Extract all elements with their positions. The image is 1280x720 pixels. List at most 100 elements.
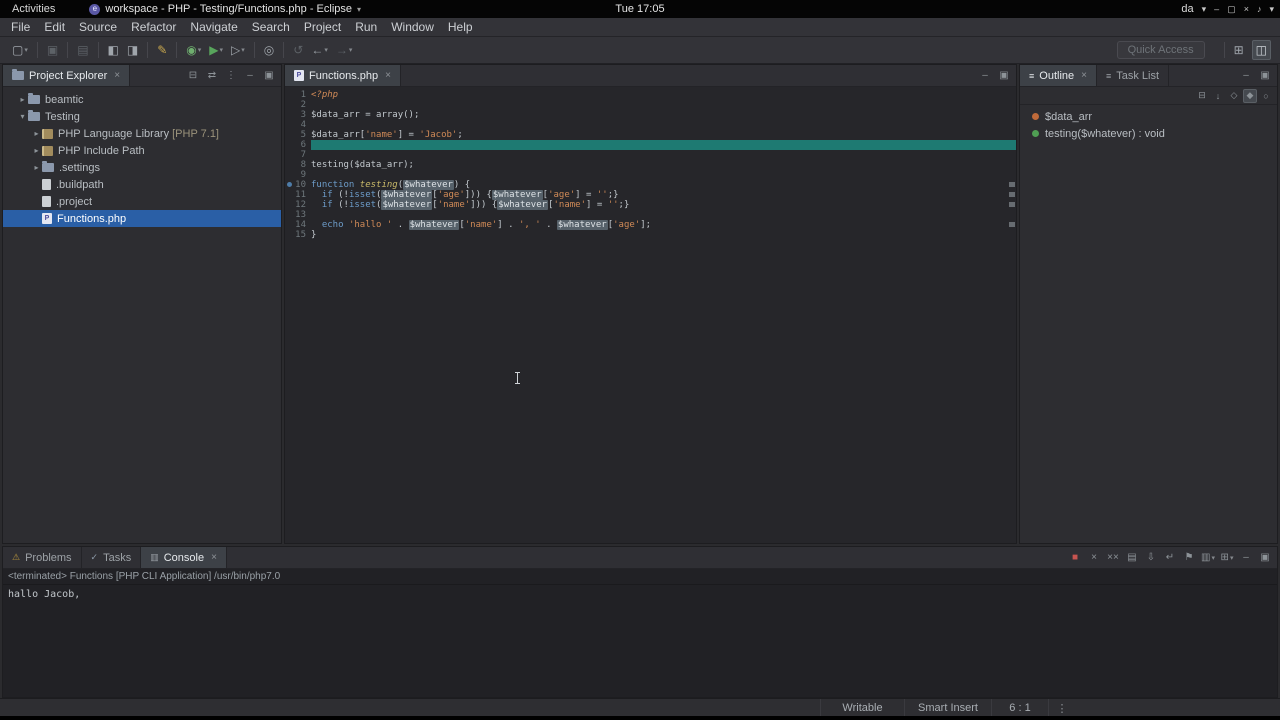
maximize-icon[interactable]: ▣ — [261, 68, 277, 84]
tree-item-buildpath[interactable]: .buildpath — [3, 176, 281, 193]
line-number[interactable]: 6 — [295, 140, 311, 150]
system-menu-chevron-icon[interactable]: ▾ — [1269, 4, 1274, 15]
gutter-ruler[interactable] — [285, 120, 295, 130]
format-icon[interactable]: ✎ — [154, 40, 170, 60]
tab-problems[interactable]: Problems — [3, 547, 82, 568]
gutter-ruler[interactable] — [285, 160, 295, 170]
close-icon[interactable] — [211, 552, 217, 563]
save-icon[interactable]: ▣ — [44, 40, 61, 60]
menu-project[interactable]: Project — [297, 18, 348, 36]
open-perspective-icon[interactable]: ⊞ — [1231, 40, 1247, 60]
code-text[interactable]: $data_arr['name'] = 'Jacob'; — [311, 130, 1016, 140]
tree-caret-icon[interactable] — [31, 146, 42, 155]
line-number[interactable]: 5 — [295, 130, 311, 140]
hide-fields-icon[interactable]: ◇ — [1227, 89, 1241, 103]
tab-console[interactable]: Console — [141, 547, 227, 568]
remove-launch-icon[interactable]: × — [1086, 550, 1102, 566]
clock[interactable]: Tue 17:05 — [615, 3, 664, 15]
debug-icon[interactable]: ◉ ▾ — [183, 40, 204, 60]
menu-window[interactable]: Window — [384, 18, 441, 36]
tree-caret-icon[interactable] — [17, 112, 28, 121]
input-menu-chevron-icon[interactable]: ▾ — [1202, 4, 1207, 15]
line-number[interactable]: 14 — [295, 220, 311, 230]
new-php-project-icon[interactable]: ◧ — [105, 40, 122, 60]
volume-icon[interactable]: ♪ — [1257, 4, 1262, 14]
gutter-ruler[interactable] — [285, 200, 295, 210]
menu-help[interactable]: Help — [441, 18, 480, 36]
tree-item-functions-php[interactable]: Functions.php — [3, 210, 281, 227]
menu-source[interactable]: Source — [72, 18, 124, 36]
line-number[interactable]: 12 — [295, 200, 311, 210]
code-text[interactable]: $data_arr = array(); — [311, 110, 1016, 120]
line-number[interactable]: 3 — [295, 110, 311, 120]
menu-run[interactable]: Run — [348, 18, 384, 36]
line-number[interactable]: 9 — [295, 170, 311, 180]
tab-outline[interactable]: ≡ Outline — [1020, 65, 1097, 86]
minimize-icon[interactable]: – — [1238, 550, 1254, 566]
focused-app-menu[interactable]: workspace - PHP - Testing/Functions.php … — [89, 3, 361, 15]
display-selected-console-icon[interactable]: ▥ ▾ — [1200, 550, 1216, 566]
code-text[interactable] — [311, 120, 1016, 130]
overview-annotation-mark[interactable] — [1009, 182, 1015, 187]
hide-static-members-icon[interactable]: ◆ — [1243, 88, 1257, 103]
code-text[interactable]: <?php — [311, 90, 1016, 100]
activities-button[interactable]: Activities — [0, 3, 67, 15]
tree-item-settings[interactable]: .settings — [3, 159, 281, 176]
minimize-icon[interactable]: – — [1238, 68, 1254, 84]
line-number[interactable]: 13 — [295, 210, 311, 220]
overview-annotation-mark[interactable] — [1009, 222, 1015, 227]
gutter-ruler[interactable] — [285, 170, 295, 180]
tree-caret-icon[interactable] — [31, 163, 42, 172]
tree-caret-icon[interactable] — [31, 129, 42, 138]
gutter-ruler[interactable] — [285, 150, 295, 160]
menu-file[interactable]: File — [4, 18, 37, 36]
collapse-all-icon[interactable]: ⊟ — [1195, 89, 1209, 103]
minimize-icon[interactable]: – — [977, 68, 993, 84]
window-maximize-icon[interactable]: ▢ — [1227, 4, 1236, 15]
gutter-ruler[interactable] — [285, 130, 295, 140]
maximize-icon[interactable]: ▣ — [1257, 550, 1273, 566]
maximize-icon[interactable]: ▣ — [996, 68, 1012, 84]
menu-edit[interactable]: Edit — [37, 18, 72, 36]
code-editor[interactable]: 1 <?php 2 3 $data_arr = array(); 4 5 $data_arr[… — [285, 87, 1016, 543]
close-icon[interactable] — [114, 70, 120, 81]
last-edit-location-icon[interactable]: ↺ — [290, 40, 306, 60]
line-number[interactable]: 8 — [295, 160, 311, 170]
scroll-lock-icon[interactable]: ⇩ — [1143, 550, 1159, 566]
pin-console-icon[interactable]: ⚑ — [1181, 550, 1197, 566]
status-overflow-icon[interactable]: ⋮ — [1052, 699, 1072, 717]
close-icon[interactable] — [1081, 70, 1087, 81]
line-number[interactable]: 2 — [295, 100, 311, 110]
gutter-ruler[interactable] — [285, 140, 295, 150]
menu-navigate[interactable]: Navigate — [183, 18, 244, 36]
gutter-ruler[interactable] — [285, 220, 295, 230]
tab-functions-php[interactable]: Functions.php — [285, 65, 401, 86]
tree-item-beamtic[interactable]: beamtic — [3, 91, 281, 108]
view-menu-icon[interactable]: ⋮ — [223, 68, 239, 84]
code-text[interactable]: function testing($whatever) { — [311, 180, 1016, 190]
search-icon[interactable]: ◎ — [261, 40, 277, 60]
code-text[interactable] — [311, 150, 1016, 160]
back-icon[interactable]: ← ▾ — [308, 40, 331, 60]
line-number[interactable]: 4 — [295, 120, 311, 130]
code-text[interactable] — [311, 170, 1016, 180]
code-text[interactable] — [311, 140, 1016, 150]
code-text[interactable]: } — [311, 230, 1016, 240]
gutter-ruler[interactable] — [285, 90, 295, 100]
gutter-ruler[interactable] — [285, 110, 295, 120]
gutter-ruler[interactable] — [285, 230, 295, 240]
forward-icon[interactable]: → ▾ — [333, 40, 356, 60]
line-number[interactable]: 1 — [295, 90, 311, 100]
close-icon[interactable] — [385, 70, 391, 81]
outline-item-testing-whatever-void[interactable]: testing($whatever) : void — [1020, 125, 1277, 142]
terminate-icon[interactable]: ■ — [1067, 550, 1083, 566]
clear-console-icon[interactable]: ▤ — [1124, 550, 1140, 566]
menu-refactor[interactable]: Refactor — [124, 18, 183, 36]
keyboard-layout-indicator[interactable]: da — [1181, 3, 1193, 15]
tree-item-testing[interactable]: Testing — [3, 108, 281, 125]
new-wizard-icon[interactable]: ▢ ▾ — [9, 40, 31, 60]
code-text[interactable] — [311, 100, 1016, 110]
word-wrap-icon[interactable]: ↵ — [1162, 550, 1178, 566]
sort-icon[interactable]: ↓ — [1211, 89, 1225, 103]
line-number[interactable]: 11 — [295, 190, 311, 200]
